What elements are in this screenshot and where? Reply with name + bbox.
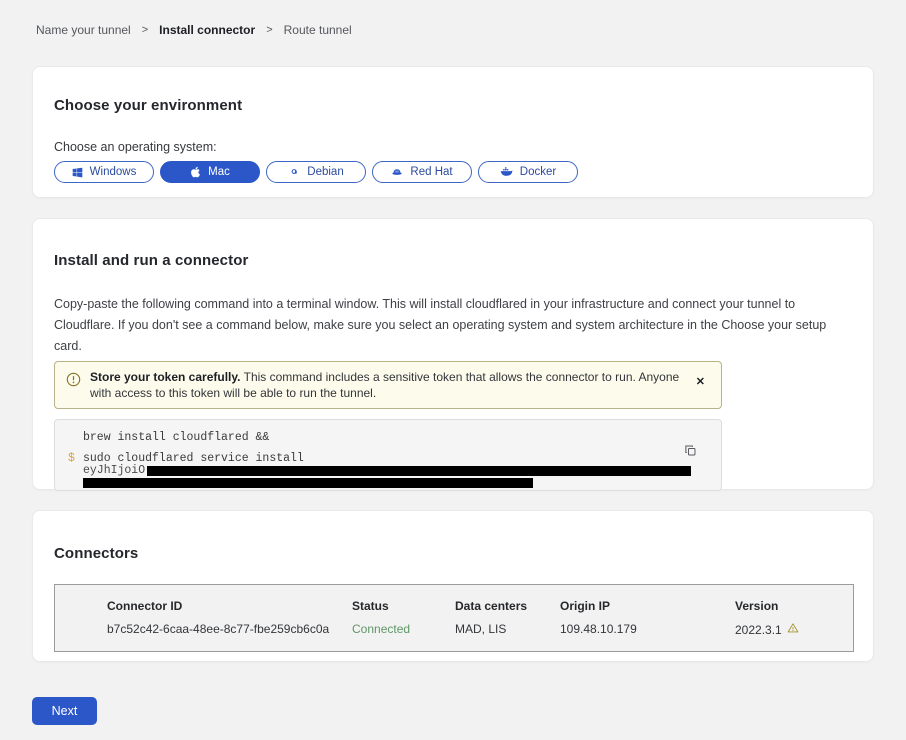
code-line-brew: brew install cloudflared && [83,431,697,444]
redhat-icon [391,166,403,178]
table-row: b7c52c42-6caa-48ee-8c77-fbe259cb6c0a Con… [107,622,853,637]
token-warning-title: Store your token carefully. [90,370,241,384]
data-centers-value: MAD, LIS [455,622,560,637]
column-header-status: Status [352,599,455,613]
token-warning-banner: Store your token carefully. This command… [54,361,722,409]
token-prefix: eyJhIjoiO [83,465,145,477]
connectors-table: Connector ID Status Data centers Origin … [54,584,854,652]
breadcrumb-item-name-your-tunnel[interactable]: Name your tunnel [36,23,131,37]
redacted-token-bar [147,466,691,476]
windows-icon [72,167,83,178]
os-button-label: Mac [208,166,230,178]
alert-circle-icon [66,372,81,392]
os-button-group: Windows Mac Debian Red Hat Docker [54,161,852,183]
install-card-title: Install and run a connector [54,252,852,269]
close-icon[interactable]: ✕ [696,377,705,388]
version-value: 2022.3.1 [735,623,782,637]
column-header-connector-id: Connector ID [107,599,352,613]
os-select-label: Choose an operating system: [54,140,852,154]
install-command-code-block: brew install cloudflared && $ sudo cloud… [54,419,722,491]
code-line-token: eyJhIjoiO [83,465,697,477]
status-badge: Connected [352,622,455,637]
version-value-cell: 2022.3.1 [735,622,853,637]
apple-icon [190,166,201,178]
copy-icon[interactable] [684,444,697,457]
os-button-label: Windows [90,166,137,178]
os-button-mac[interactable]: Mac [160,161,260,183]
code-command-group: $ sudo cloudflared service install eyJhI… [83,453,697,488]
redacted-token-bar [83,478,533,488]
os-button-label: Docker [520,166,556,178]
column-header-origin-ip: Origin IP [560,599,735,613]
shell-prompt: $ [68,453,75,465]
breadcrumb: Name your tunnel > Install connector > R… [36,23,352,37]
token-warning-text: Store your token carefully. This command… [90,369,681,401]
connectors-card: Connectors Connector ID Status Data cent… [32,510,874,662]
column-header-version: Version [735,599,853,613]
connectors-card-title: Connectors [54,545,852,562]
breadcrumb-separator: > [266,24,272,36]
breadcrumb-item-install-connector[interactable]: Install connector [159,23,255,37]
column-header-data-centers: Data centers [455,599,560,613]
next-button[interactable]: Next [32,697,97,725]
warning-triangle-icon [787,622,799,637]
os-button-windows[interactable]: Windows [54,161,154,183]
origin-ip-value: 109.48.10.179 [560,622,735,637]
table-header-row: Connector ID Status Data centers Origin … [107,599,853,613]
os-button-debian[interactable]: Debian [266,161,366,183]
environment-card: Choose your environment Choose an operat… [32,66,874,198]
install-card: Install and run a connector Copy-paste t… [32,218,874,490]
os-button-label: Debian [307,166,343,178]
docker-icon [500,166,513,178]
breadcrumb-separator: > [142,24,148,36]
install-description: Copy-paste the following command into a … [54,294,848,357]
connector-id-value: b7c52c42-6caa-48ee-8c77-fbe259cb6c0a [107,622,352,637]
debian-icon [288,166,300,178]
os-button-redhat[interactable]: Red Hat [372,161,472,183]
os-button-label: Red Hat [410,166,452,178]
code-line-service-install: sudo cloudflared service install [83,453,697,465]
environment-card-title: Choose your environment [54,97,852,114]
breadcrumb-item-route-tunnel[interactable]: Route tunnel [284,23,352,37]
os-button-docker[interactable]: Docker [478,161,578,183]
